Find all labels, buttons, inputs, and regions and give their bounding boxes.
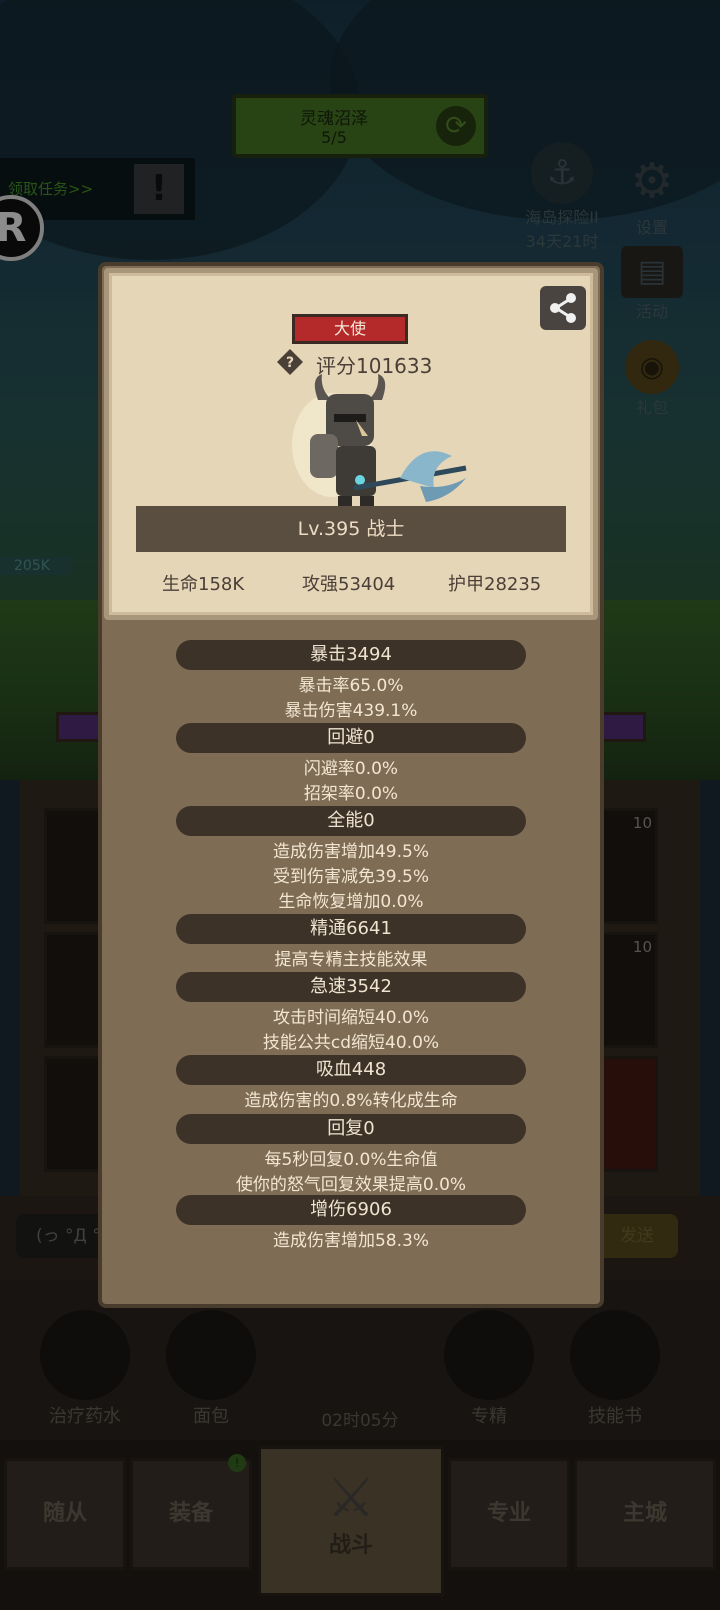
stat-regen-line: 每5秒回复0.0%生命值 [264, 1150, 438, 1170]
attack-stat: 攻强53404 [302, 574, 396, 595]
level-class-banner: Lv.395 战士 [136, 506, 566, 552]
rank-badge: 大使 [292, 314, 408, 344]
share-button[interactable] [540, 286, 586, 330]
stat-mastery-header: 精通6641 [176, 914, 526, 944]
stat-haste-line: 技能公共cd缩短40.0% [262, 1033, 440, 1053]
armor-stat: 护甲28235 [448, 574, 542, 595]
stat-crit-line: 暴击伤害439.1% [284, 701, 418, 721]
stat-versatility-line: 受到伤害减免39.5% [272, 867, 429, 887]
stat-damage-bonus-line: 造成伤害增加58.3% [272, 1231, 429, 1251]
hp-stat: 生命158K [162, 574, 245, 595]
stat-haste-header: 急速3542 [176, 972, 526, 1002]
stat-crit-header: 暴击3494 [176, 640, 526, 670]
stat-leech-line: 造成伤害的0.8%转化成生命 [244, 1091, 458, 1111]
share-icon [550, 293, 576, 323]
stat-versatility-line: 生命恢复增加0.0% [278, 892, 424, 912]
warrior-avatar [292, 374, 467, 512]
stat-crit-line: 暴击率65.0% [298, 676, 404, 696]
svg-text:?: ? [286, 355, 294, 371]
stat-avoidance-header: 回避0 [176, 723, 526, 753]
stat-versatility-header: 全能0 [176, 806, 526, 836]
stat-versatility-line: 造成伤害增加49.5% [272, 842, 429, 862]
stat-leech-header: 吸血448 [176, 1055, 526, 1085]
stat-regen-line: 使你的怒气回复效果提高0.0% [235, 1175, 467, 1195]
stat-damage-bonus-header: 增伤6906 [176, 1195, 526, 1225]
stat-avoidance-line: 闪避率0.0% [303, 759, 399, 779]
stat-mastery-line: 提高专精主技能效果 [274, 950, 428, 970]
stat-haste-line: 攻击时间缩短40.0% [272, 1008, 429, 1028]
stat-avoidance-line: 招架率0.0% [303, 784, 399, 804]
stat-regen-header: 回复0 [176, 1114, 526, 1144]
